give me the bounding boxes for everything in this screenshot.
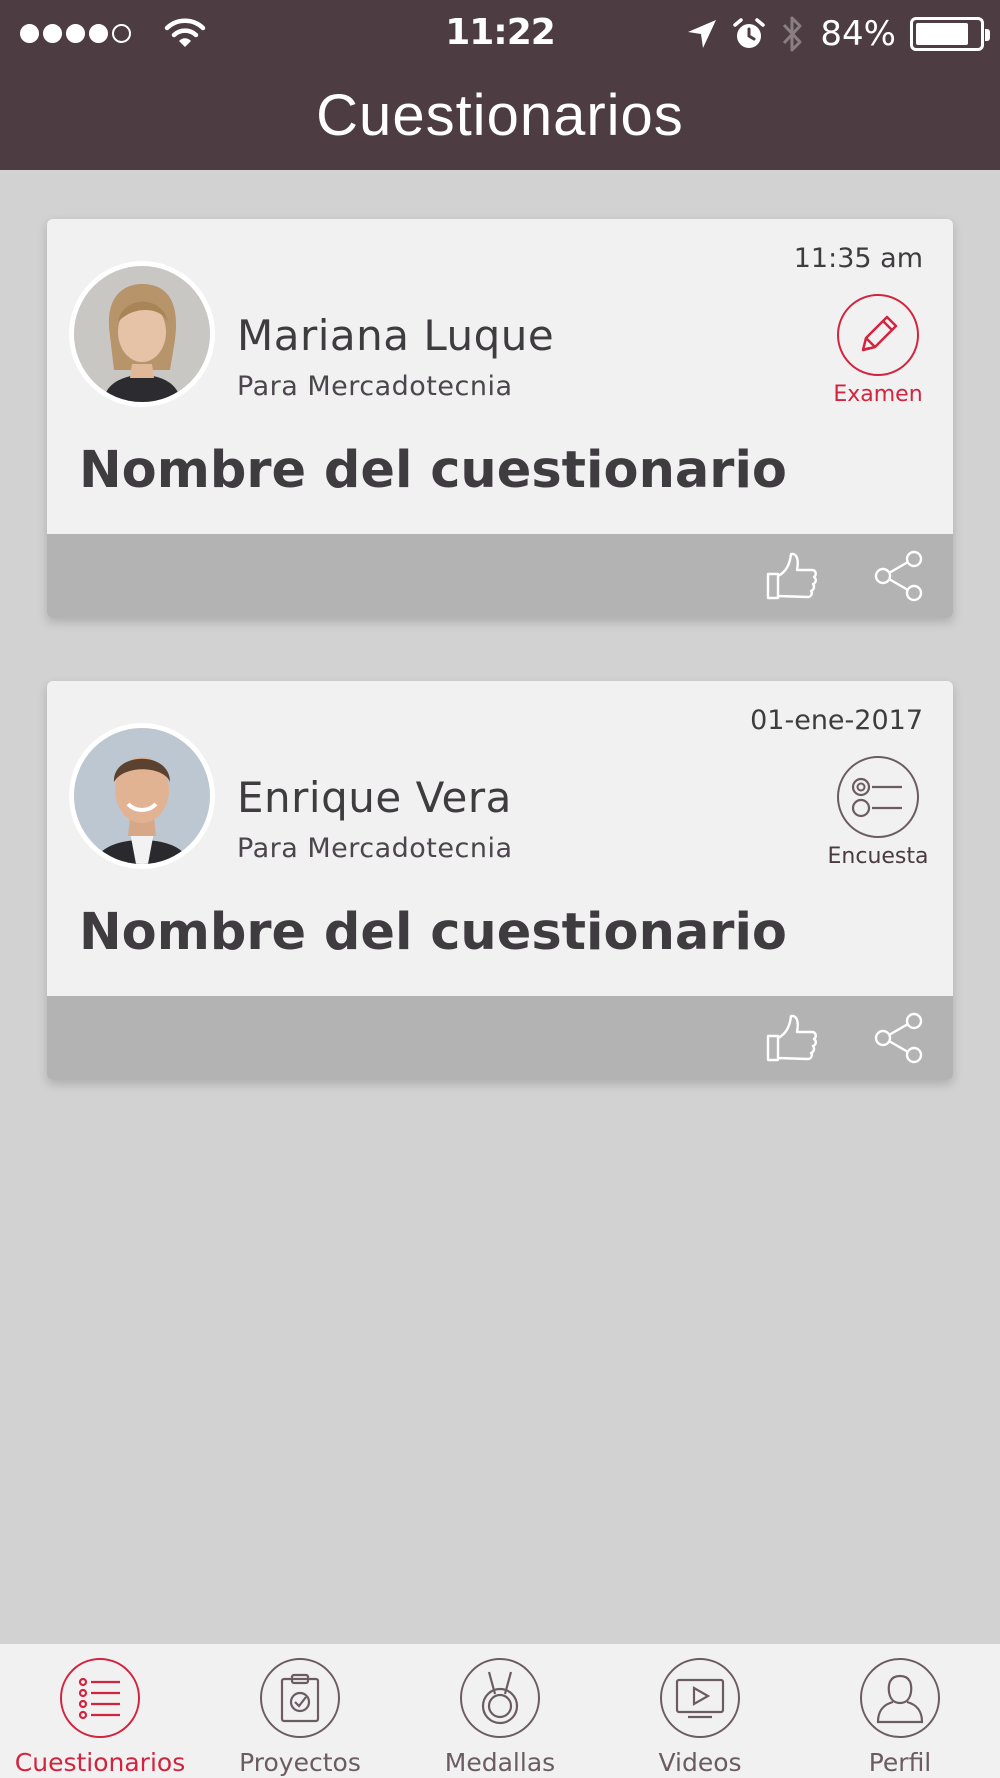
author-department: Para Mercadotecnia bbox=[237, 833, 513, 864]
medal-icon bbox=[460, 1658, 540, 1738]
questionnaire-card[interactable]: 11:35 am Mariana Luque Para Mercadotecni… bbox=[47, 219, 953, 618]
survey-list-icon bbox=[837, 756, 919, 838]
questionnaire-type-label: Examen bbox=[833, 382, 923, 407]
author-department: Para Mercadotecnia bbox=[237, 371, 513, 402]
battery-icon bbox=[910, 17, 990, 51]
card-footer bbox=[47, 534, 953, 618]
nav-item-perfil[interactable]: Perfil bbox=[800, 1644, 1000, 1778]
user-icon bbox=[860, 1658, 940, 1738]
location-arrow-icon bbox=[688, 20, 717, 48]
bluetooth-icon bbox=[783, 16, 802, 52]
share-button[interactable] bbox=[873, 1012, 925, 1068]
nav-item-medallas[interactable]: Medallas bbox=[400, 1644, 600, 1778]
questionnaire-type-label: Encuesta bbox=[827, 844, 929, 869]
nav-label: Cuestionarios bbox=[14, 1748, 186, 1777]
card-date: 11:35 am bbox=[793, 243, 923, 274]
author-name: Enrique Vera bbox=[237, 773, 512, 822]
nav-item-videos[interactable]: Videos bbox=[600, 1644, 800, 1778]
thumbs-up-icon bbox=[766, 1014, 817, 1062]
nav-item-proyectos[interactable]: Proyectos bbox=[200, 1644, 400, 1778]
like-button[interactable] bbox=[764, 1010, 820, 1070]
card-date: 01-ene-2017 bbox=[750, 705, 923, 736]
author-name: Mariana Luque bbox=[237, 311, 555, 360]
thumbs-up-icon bbox=[766, 552, 817, 600]
share-icon bbox=[874, 550, 923, 602]
nav-item-cuestionarios[interactable]: Cuestionarios bbox=[0, 1644, 200, 1778]
list-icon bbox=[60, 1658, 140, 1738]
clipboard-check-icon bbox=[260, 1658, 340, 1738]
nav-label: Videos bbox=[658, 1748, 742, 1777]
play-icon bbox=[660, 1658, 740, 1738]
share-icon bbox=[874, 1012, 923, 1064]
nav-label: Medallas bbox=[444, 1748, 556, 1777]
questionnaire-type-badge[interactable]: Encuesta bbox=[823, 756, 933, 869]
pencil-icon bbox=[837, 294, 919, 376]
share-button[interactable] bbox=[873, 550, 925, 606]
battery-percent: 84% bbox=[820, 14, 896, 54]
nav-label: Proyectos bbox=[239, 1748, 361, 1777]
bottom-nav: Cuestionarios Proyectos Medallas Videos … bbox=[0, 1644, 1000, 1778]
questionnaire-type-badge[interactable]: Examen bbox=[823, 294, 933, 407]
questionnaire-name[interactable]: Nombre del cuestionario bbox=[79, 441, 787, 500]
status-bar: 11:22 84% bbox=[0, 0, 1000, 68]
card-footer bbox=[47, 996, 953, 1080]
avatar bbox=[69, 723, 215, 869]
like-button[interactable] bbox=[764, 548, 820, 608]
top-bar: 11:22 84% Cuestionarios bbox=[0, 0, 1000, 170]
alarm-icon bbox=[733, 18, 766, 48]
questionnaire-card[interactable]: 01-ene-2017 Enrique Vera Para Mercadotec… bbox=[47, 681, 953, 1080]
nav-label: Perfil bbox=[868, 1748, 932, 1777]
questionnaire-name[interactable]: Nombre del cuestionario bbox=[79, 903, 787, 962]
avatar bbox=[69, 261, 215, 407]
page-title: Cuestionarios bbox=[316, 83, 684, 148]
